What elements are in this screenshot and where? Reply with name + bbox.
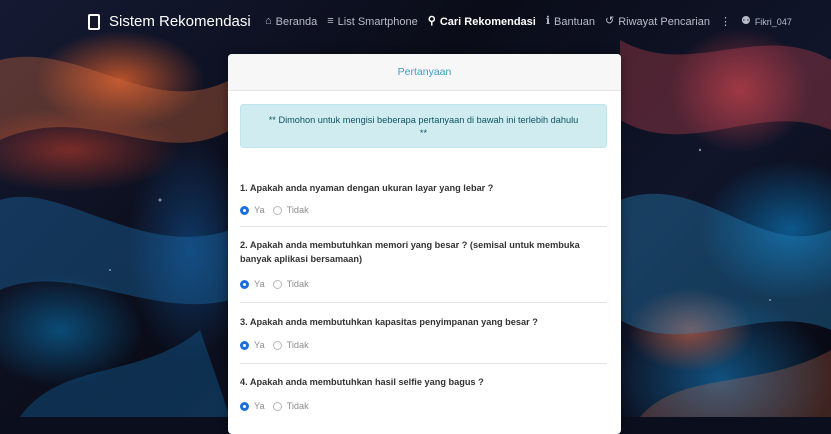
radio-button-checked[interactable] (240, 340, 249, 350)
option-label: Tidak (286, 205, 309, 215)
info-icon: ℹ (545, 15, 551, 27)
history-icon: ↺ (605, 15, 615, 27)
question-3-option-tidak[interactable]: Tidak (272, 340, 309, 350)
brand[interactable]: Sistem Rekomendasi (88, 13, 251, 30)
nav-menu: ⌂ Beranda ≡ List Smartphone ⚲ Cari Rekom… (265, 15, 792, 29)
radio-button[interactable] (272, 340, 282, 350)
nav-item-label: Riwayat Pencarian (618, 15, 710, 28)
option-label: Ya (254, 279, 265, 289)
question-1-option-ya[interactable]: Ya (240, 205, 265, 215)
question-4-text: 4. Apakah anda membutuhkan hasil selfie … (240, 377, 484, 387)
option-label: Ya (254, 205, 265, 215)
nav-item-cari-rekomendasi[interactable]: ⚲ Cari Rekomendasi (428, 16, 536, 28)
question-2-option-ya[interactable]: Ya (240, 279, 265, 289)
radio-button-checked[interactable] (240, 401, 249, 411)
question-card: Pertanyaan ** Dimohon untuk mengisi bebe… (228, 54, 621, 434)
question-4-option-tidak[interactable]: Tidak (272, 401, 309, 411)
radio-button-checked[interactable] (240, 205, 249, 215)
option-label: Ya (254, 340, 265, 350)
question-2-text: 2. Apakah anda membutuhkan memori yang b… (240, 240, 580, 264)
radio-button[interactable] (272, 205, 282, 215)
nav-item-label: Bantuan (554, 15, 595, 28)
divider (240, 226, 607, 227)
question-1-option-tidak[interactable]: Tidak (272, 205, 309, 215)
nav-item-label: Beranda (275, 15, 318, 28)
question-1-text: 1. Apakah anda nyaman dengan ukuran laya… (240, 183, 494, 193)
option-label: Tidak (286, 279, 309, 289)
option-label: Tidak (286, 340, 309, 350)
alert-text: ** Dimohon untuk mengisi beberapa pertan… (268, 115, 579, 125)
nav-item-bantuan[interactable]: ℹ Bantuan (546, 16, 595, 28)
question-1-options: Ya Tidak (240, 205, 309, 215)
radio-button-checked[interactable] (240, 279, 249, 289)
navbar: Sistem Rekomendasi ⌂ Beranda ≡ List Smar… (0, 0, 831, 44)
nav-item-riwayat-pencarian[interactable]: ↺ Riwayat Pencarian (605, 16, 710, 28)
info-alert: ** Dimohon untuk mengisi beberapa pertan… (240, 104, 607, 148)
nav-item-label: Cari Rekomendasi (439, 15, 536, 28)
nav-separator: ⋮ (719, 16, 731, 28)
nav-item-label: Fikri_047 (754, 16, 792, 27)
card-header: Pertanyaan (228, 54, 621, 91)
smartphone-icon (88, 13, 100, 30)
question-4-options: Ya Tidak (240, 401, 309, 411)
nav-item-beranda[interactable]: ⌂ Beranda (265, 16, 317, 28)
card-title: Pertanyaan (397, 66, 452, 78)
alert-text-end: ** (419, 128, 428, 138)
question-4-option-ya[interactable]: Ya (240, 401, 265, 411)
radio-button[interactable] (272, 401, 282, 411)
divider (240, 363, 607, 364)
radio-button[interactable] (272, 279, 282, 289)
question-2-option-tidak[interactable]: Tidak (272, 279, 309, 289)
nav-item-label: List Smartphone (337, 15, 418, 28)
option-label: Ya (254, 401, 265, 411)
user-icon: ⚉ (740, 15, 751, 27)
divider (240, 302, 607, 303)
nav-item-user-account[interactable]: ⚉ Fikri_047 (741, 16, 792, 27)
option-label: Tidak (286, 401, 309, 411)
home-icon: ⌂ (265, 15, 272, 27)
search-icon: ⚲ (427, 15, 436, 27)
brand-title: Sistem Rekomendasi (109, 13, 251, 30)
question-3-text: 3. Apakah anda membutuhkan kapasitas pen… (240, 317, 538, 327)
question-3-option-ya[interactable]: Ya (240, 340, 265, 350)
question-2-options: Ya Tidak (240, 279, 309, 289)
list-icon: ≡ (327, 15, 334, 27)
nav-item-list-smartphone[interactable]: ≡ List Smartphone (327, 16, 418, 28)
question-3-options: Ya Tidak (240, 340, 309, 350)
